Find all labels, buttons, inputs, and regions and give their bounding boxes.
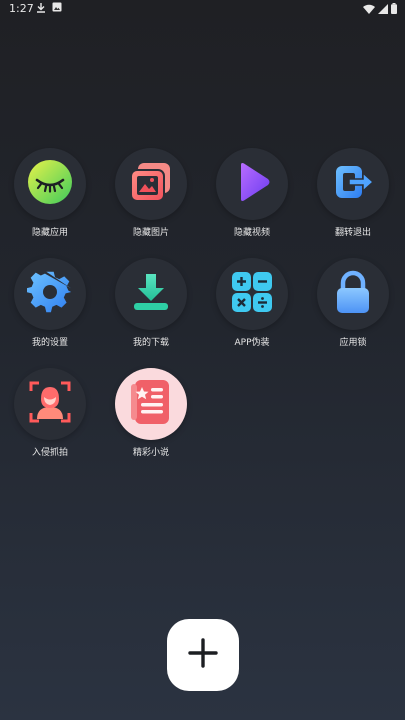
download-icon [128,269,174,319]
exit-icon [330,159,376,209]
image-notification-icon [52,2,62,16]
app-label: 应用锁 [339,338,367,348]
eye-closed-icon [27,159,73,209]
app-disguise[interactable]: APP伪装 [207,258,297,349]
app-label: 翻转退出 [334,228,371,238]
app-label: 入侵抓拍 [31,448,68,458]
intruder-icon [27,379,73,429]
photos-icon [128,159,174,209]
lock-icon [330,269,376,319]
gear-icon [26,269,73,319]
app-hide-apps[interactable]: 隐藏应用 [5,148,95,239]
battery-icon [391,3,397,17]
app-my-settings[interactable]: 我的设置 [5,258,95,349]
app-label: 精彩小说 [132,448,169,458]
app-my-downloads[interactable]: 我的下载 [106,258,196,349]
app-label: 我的下载 [132,338,169,348]
status-bar: 1:27 [0,0,405,18]
status-time: 1:27 [9,2,34,15]
play-icon [229,159,275,209]
add-button[interactable] [167,619,239,691]
app-label: 隐藏视频 [233,228,270,238]
app-intruder-capture[interactable]: 入侵抓拍 [5,368,95,459]
app-hide-photos[interactable]: 隐藏图片 [106,148,196,239]
signal-icon [378,3,388,17]
app-novels[interactable]: 精彩小说 [106,368,196,459]
app-label: 我的设置 [31,338,68,348]
wifi-icon [363,4,375,17]
novel-icon [125,376,177,432]
app-label: 隐藏图片 [132,228,169,238]
calculator-icon [229,269,275,319]
app-lock[interactable]: 应用锁 [308,258,398,349]
app-label: 隐藏应用 [31,228,68,238]
download-icon [36,2,46,16]
app-flip-exit[interactable]: 翻转退出 [308,148,398,239]
plus-icon [185,635,221,675]
app-hide-videos[interactable]: 隐藏视频 [207,148,297,239]
app-label: APP伪装 [234,338,270,348]
